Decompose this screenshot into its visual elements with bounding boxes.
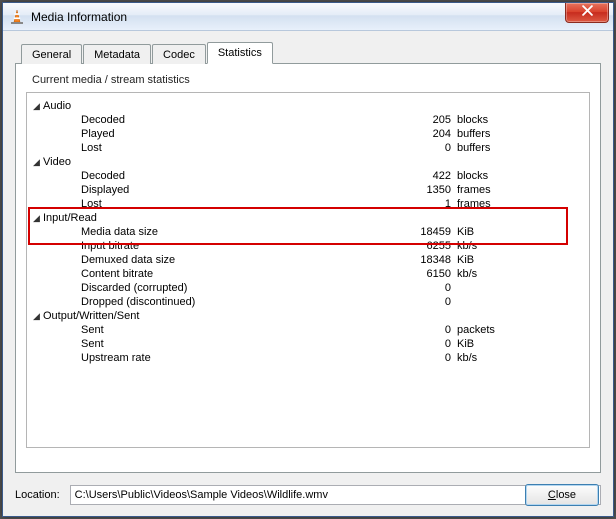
client-area: General Metadata Codec Statistics Curren…	[3, 31, 613, 516]
group-input: ◢Input/Read Media data size18459KiB Inpu…	[27, 211, 589, 309]
row-input-bitrate: Input bitrate6255kb/s	[45, 239, 589, 253]
tab-codec[interactable]: Codec	[152, 44, 206, 64]
location-row: Location:	[15, 485, 601, 505]
group-label: Audio	[43, 100, 71, 112]
row-video-displayed: Displayed1350frames	[45, 183, 589, 197]
tabpage-statistics: Current media / stream statistics ◢Audio…	[15, 63, 601, 473]
row-media-data-size: Media data size18459KiB	[45, 225, 589, 239]
titlebar[interactable]: Media Information	[3, 3, 613, 31]
close-icon	[582, 5, 593, 19]
window-close-button[interactable]	[565, 3, 609, 23]
row-demuxed-data-size: Demuxed data size18348KiB	[45, 253, 589, 267]
collapse-icon[interactable]: ◢	[33, 157, 43, 168]
tab-strip: General Metadata Codec Statistics	[15, 41, 601, 63]
row-upstream-rate: Upstream rate0kb/s	[45, 351, 589, 365]
collapse-icon[interactable]: ◢	[33, 101, 43, 112]
group-label: Video	[43, 156, 71, 168]
tab-statistics[interactable]: Statistics	[207, 42, 273, 64]
media-information-dialog: Media Information General Metadata Codec…	[2, 2, 614, 517]
row-audio-lost: Lost0buffers	[45, 141, 589, 155]
stats-tree[interactable]: ◢Audio Decoded205blocks Played204buffers…	[26, 92, 590, 448]
group-video: ◢Video Decoded422blocks Displayed1350fra…	[27, 155, 589, 211]
row-sent-kib: Sent0KiB	[45, 337, 589, 351]
group-label: Output/Written/Sent	[43, 310, 139, 322]
row-video-lost: Lost1frames	[45, 197, 589, 211]
row-audio-played: Played204buffers	[45, 127, 589, 141]
collapse-icon[interactable]: ◢	[33, 213, 43, 224]
row-audio-decoded: Decoded205blocks	[45, 113, 589, 127]
close-button[interactable]: Close	[525, 484, 599, 506]
tab-metadata[interactable]: Metadata	[83, 44, 151, 64]
row-content-bitrate: Content bitrate6150kb/s	[45, 267, 589, 281]
tab-general[interactable]: General	[21, 44, 82, 64]
stats-heading: Current media / stream statistics	[26, 74, 590, 86]
window-title: Media Information	[31, 10, 565, 24]
row-discarded: Discarded (corrupted)0	[45, 281, 589, 295]
group-label: Input/Read	[43, 212, 97, 224]
row-dropped: Dropped (discontinued)0	[45, 295, 589, 309]
location-input[interactable]	[70, 485, 601, 505]
vlc-icon	[9, 9, 25, 25]
group-output: ◢Output/Written/Sent Sent0packets Sent0K…	[27, 309, 589, 365]
location-label: Location:	[15, 489, 60, 501]
row-video-decoded: Decoded422blocks	[45, 169, 589, 183]
collapse-icon[interactable]: ◢	[33, 311, 43, 322]
group-audio: ◢Audio Decoded205blocks Played204buffers…	[27, 99, 589, 155]
row-sent-packets: Sent0packets	[45, 323, 589, 337]
